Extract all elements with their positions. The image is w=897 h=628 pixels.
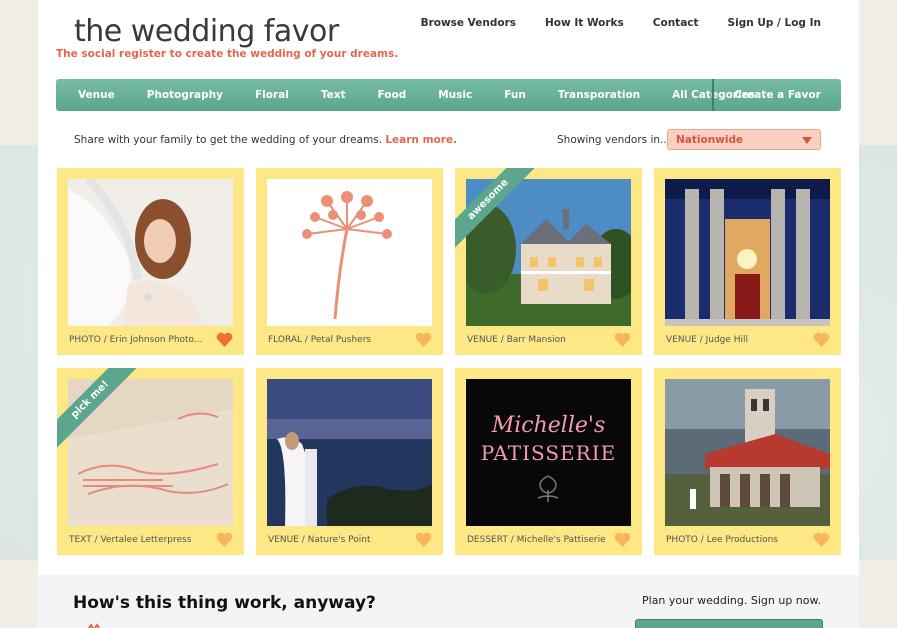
patisserie-logo-text: PATISSERIE	[480, 441, 617, 465]
category-transportation[interactable]: Transporation	[542, 89, 656, 101]
vendor-caption[interactable]: FLORAL / Petal Pushers	[268, 335, 408, 345]
vendor-caption[interactable]: VENUE / Nature's Point	[268, 535, 408, 545]
plan-wedding-text: Plan your wedding. Sign up now.	[642, 594, 821, 607]
vendor-caption[interactable]: VENUE / Barr Mansion	[467, 335, 607, 345]
nav-sign-up-log-in[interactable]: Sign Up / Log In	[728, 17, 821, 29]
vendor-card[interactable]: FLORAL / Petal Pushers	[256, 168, 443, 355]
nav-browse-vendors[interactable]: Browse Vendors	[421, 17, 516, 29]
vendor-caption[interactable]: VENUE / Judge Hill	[666, 335, 806, 345]
site-tagline: The social register to create the weddin…	[56, 48, 399, 60]
category-list: Venue Photography Floral Text Food Music…	[56, 79, 755, 111]
vendor-card[interactable]: VENUE / Nature's Point	[256, 368, 443, 555]
sign-up-button[interactable]	[635, 619, 823, 628]
category-venue[interactable]: Venue	[62, 89, 131, 101]
vendor-card[interactable]: pick me! TEXT / Vertalee Letterpress	[57, 368, 244, 555]
heart-icon[interactable]	[614, 332, 631, 347]
heart-icon[interactable]	[415, 532, 432, 547]
heart-icon[interactable]	[216, 532, 233, 547]
category-text[interactable]: Text	[305, 89, 362, 101]
share-message: Share with your family to get the weddin…	[74, 134, 457, 146]
vendor-card[interactable]: Michelle's PATISSERIE DESSERT / Michelle…	[455, 368, 642, 555]
heart-icon[interactable]	[813, 532, 830, 547]
vendor-caption[interactable]: DESSERT / Michelle's Pattiserie	[467, 535, 607, 545]
how-it-works-section: How's this thing work, anyway? Plan your…	[38, 575, 859, 628]
share-text: Share with your family to get the weddin…	[74, 134, 383, 146]
top-navigation: Browse Vendors How It Works Contact Sign…	[421, 17, 821, 29]
heart-icon[interactable]	[415, 332, 432, 347]
category-food[interactable]: Food	[362, 89, 423, 101]
showing-vendors-label: Showing vendors in...	[557, 134, 671, 146]
category-music[interactable]: Music	[422, 89, 488, 101]
vendor-photo[interactable]	[68, 179, 233, 326]
vendor-caption[interactable]: PHOTO / Erin Johnson Photo...	[69, 335, 209, 345]
category-floral[interactable]: Floral	[239, 89, 305, 101]
step-icon	[87, 623, 101, 628]
nav-how-it-works[interactable]: How It Works	[545, 17, 624, 29]
page-container: the wedding favor The social register to…	[38, 0, 859, 628]
category-bar: Venue Photography Floral Text Food Music…	[56, 79, 841, 111]
heart-icon[interactable]	[216, 332, 233, 347]
heart-icon[interactable]	[813, 332, 830, 347]
vendor-card[interactable]: VENUE / Judge Hill	[654, 168, 841, 355]
vendor-photo[interactable]	[267, 179, 432, 326]
heart-icon[interactable]	[614, 532, 631, 547]
flourish-icon	[537, 475, 559, 502]
vendor-photo[interactable]: Michelle's PATISSERIE	[466, 379, 631, 526]
category-photography[interactable]: Photography	[131, 89, 239, 101]
vendor-photo[interactable]	[665, 379, 830, 526]
site-logo[interactable]: the wedding favor	[74, 14, 339, 49]
vendor-photo[interactable]	[267, 379, 432, 526]
vendor-photo[interactable]	[665, 179, 830, 326]
nav-contact[interactable]: Contact	[653, 17, 699, 29]
vendor-card[interactable]: awesome VENUE / Barr Mansion	[455, 168, 642, 355]
vendor-caption[interactable]: TEXT / Vertalee Letterpress	[69, 535, 209, 545]
create-favor-button[interactable]: Create a Favor	[714, 89, 841, 101]
vendor-card[interactable]: PHOTO / Erin Johnson Photo...	[57, 168, 244, 355]
patisserie-logo-script: Michelle's	[491, 413, 606, 438]
dropdown-arrow-icon	[802, 137, 812, 144]
vendor-caption[interactable]: PHOTO / Lee Productions	[666, 535, 806, 545]
location-value: Nationwide	[676, 133, 744, 146]
vendor-card[interactable]: PHOTO / Lee Productions	[654, 368, 841, 555]
learn-more-link[interactable]: Learn more.	[385, 134, 457, 146]
category-fun[interactable]: Fun	[488, 89, 542, 101]
location-select[interactable]: Nationwide	[667, 129, 821, 150]
how-it-works-title: How's this thing work, anyway?	[73, 593, 376, 613]
